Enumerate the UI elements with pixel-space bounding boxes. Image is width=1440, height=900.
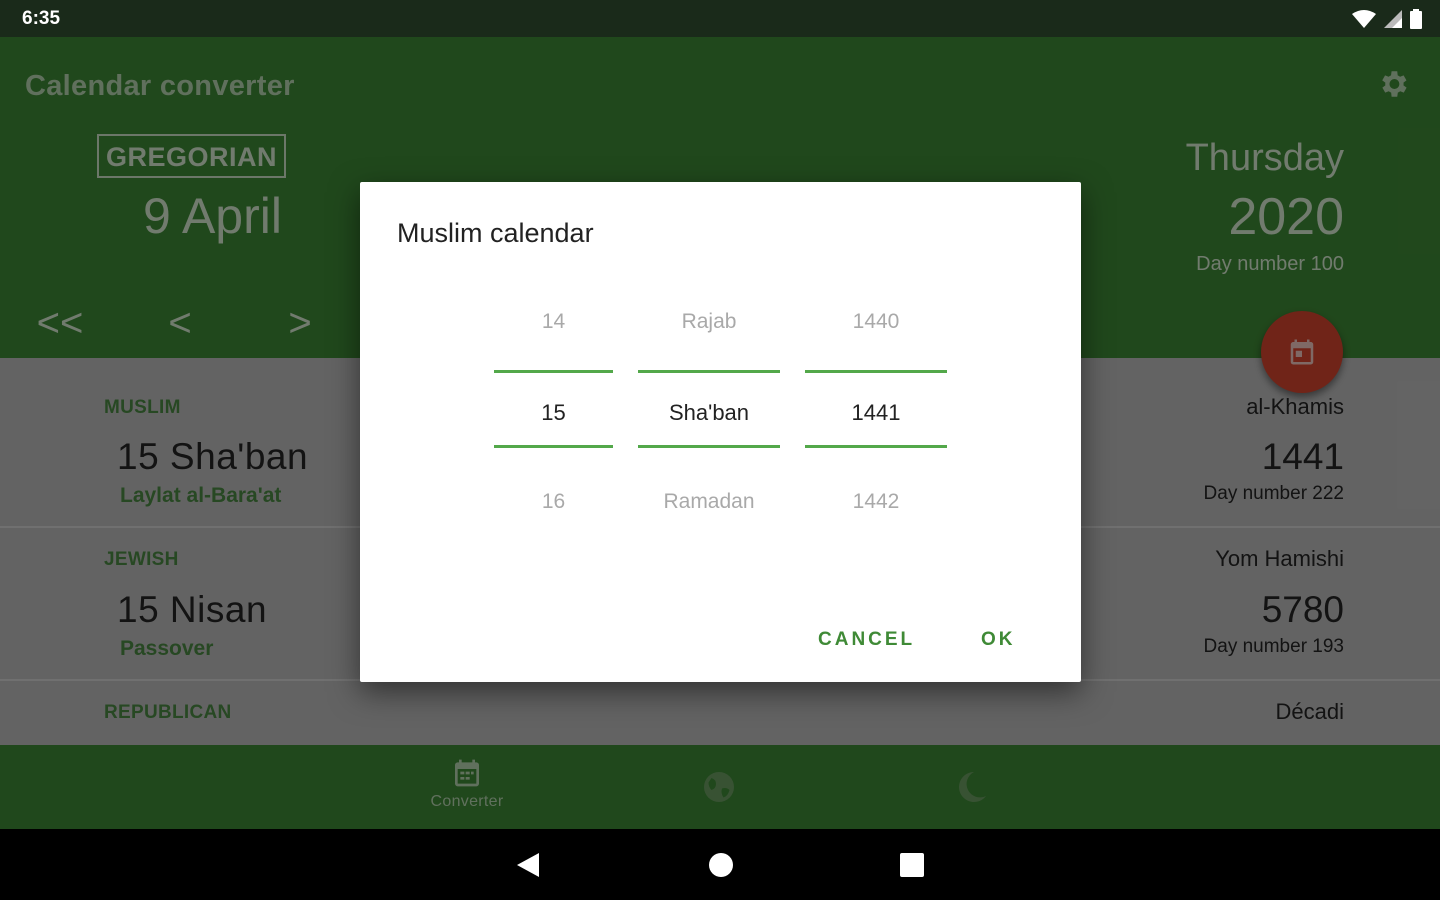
status-icons [1352,9,1422,29]
picker-divider [805,445,947,448]
day-prev[interactable]: 14 [494,310,613,334]
year-prev[interactable]: 1440 [805,310,947,334]
recents-icon[interactable] [899,852,925,878]
cancel-button[interactable]: CANCEL [818,629,915,651]
system-navigation [0,829,1440,900]
month-selected[interactable]: Sha'ban [638,400,780,426]
signal-icon [1384,10,1402,28]
picker-divider [638,370,780,373]
picker-divider [805,370,947,373]
status-bar: 6:35 [0,0,1440,37]
year-next[interactable]: 1442 [805,490,947,514]
battery-icon [1410,9,1422,29]
dialog-title: Muslim calendar [397,218,594,248]
wifi-icon [1352,10,1376,28]
picker-divider [494,370,613,373]
day-next[interactable]: 16 [494,490,613,514]
muslim-calendar-dialog: Muslim calendar 14 15 16 Rajab Sha'ban R… [360,182,1081,682]
day-selected[interactable]: 15 [494,400,613,426]
home-icon[interactable] [708,852,734,878]
ok-button[interactable]: OK [981,629,1016,651]
month-prev[interactable]: Rajab [638,310,780,334]
year-selected[interactable]: 1441 [805,400,947,426]
back-icon[interactable] [515,851,541,879]
picker-divider [494,445,613,448]
month-next[interactable]: Ramadan [638,490,780,514]
status-time: 6:35 [22,8,61,29]
picker-divider [638,445,780,448]
